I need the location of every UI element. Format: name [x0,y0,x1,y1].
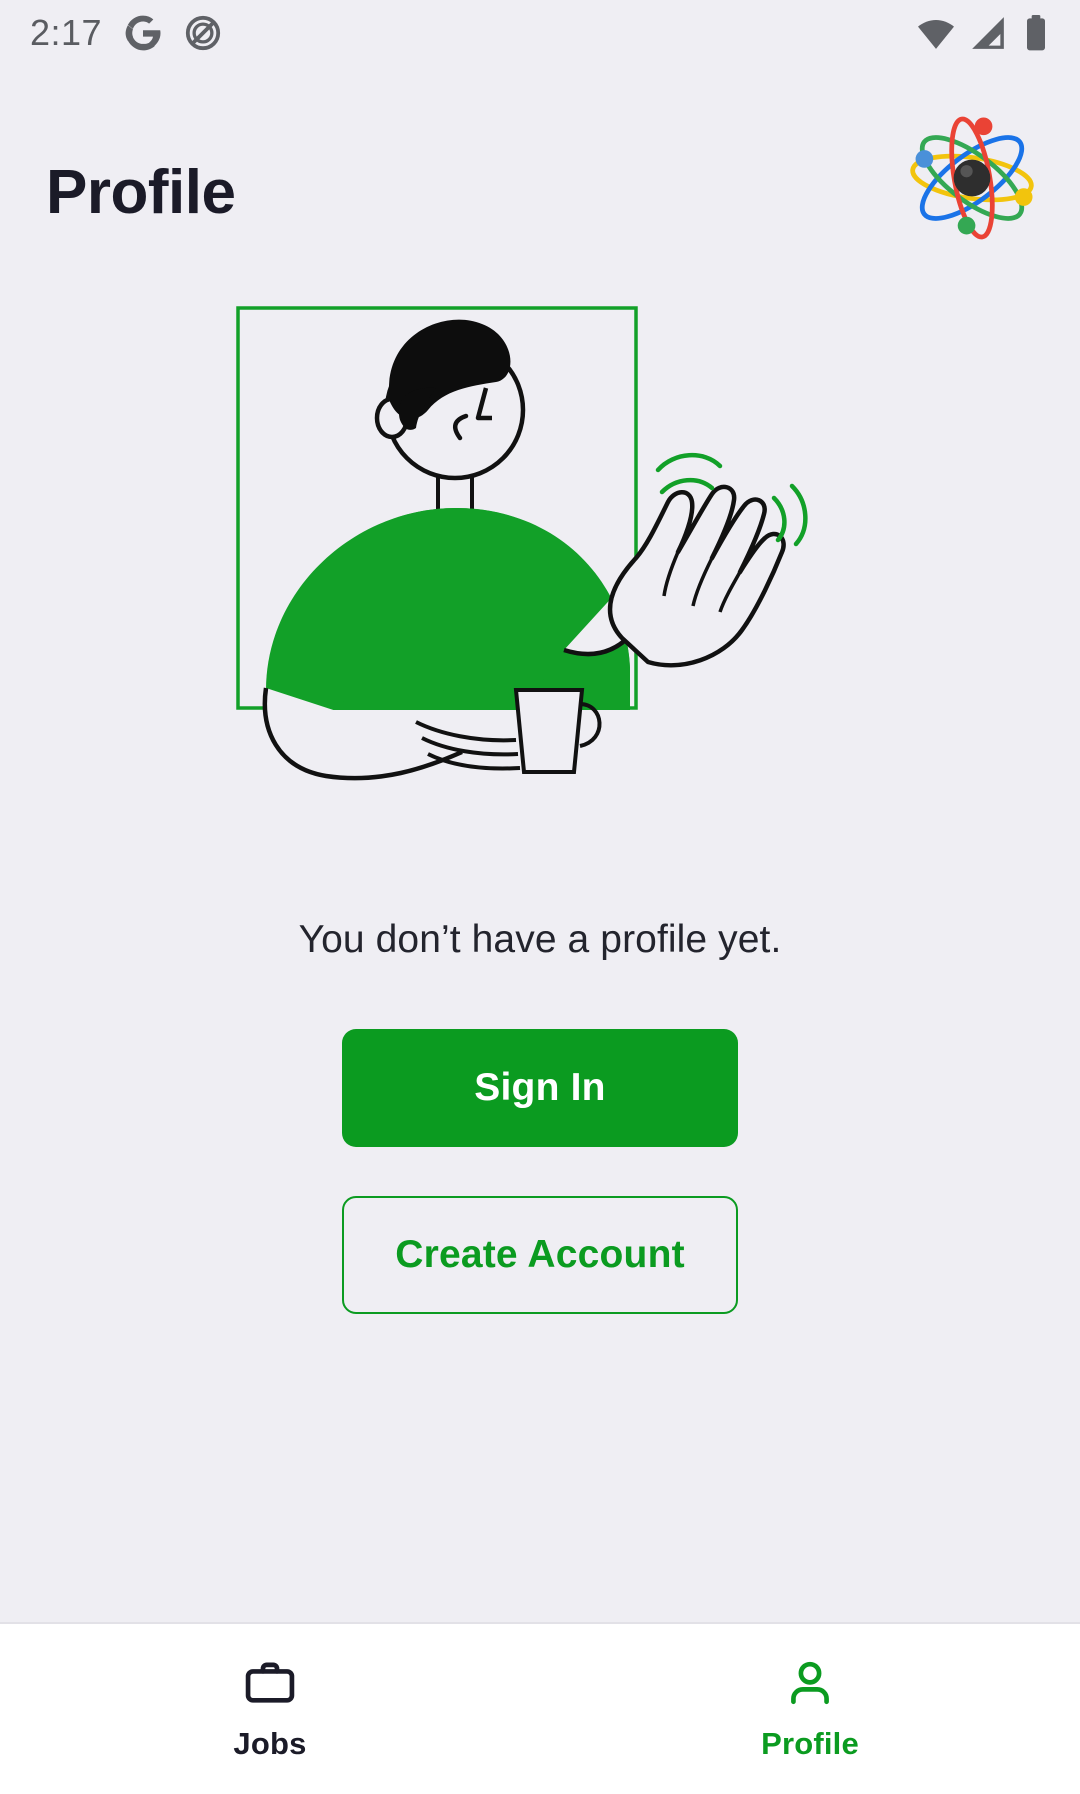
empty-state-message: You don’t have a profile yet. [298,918,782,961]
status-bar-clock: 2:17 [30,12,103,53]
cellular-signal-icon [972,17,1004,49]
signin-button[interactable]: Sign In [342,1029,738,1147]
nav-item-profile-label: Profile [761,1726,859,1761]
nav-item-profile[interactable]: Profile [540,1624,1080,1794]
person-icon [791,1661,829,1705]
nav-item-jobs-label: Jobs [233,1726,307,1761]
atom-logo [910,116,1034,240]
app-screen: 2:17 Profile You don’t have a profile ye… [0,0,1080,1794]
page-title: Profile [46,158,236,227]
briefcase-icon [245,1662,295,1703]
status-bar-left: 2:17 [30,12,222,54]
google-icon [125,15,161,51]
wifi-icon [918,20,954,49]
status-bar-right [916,13,1052,53]
status-bar: 2:17 [0,0,1080,66]
main-content: You don’t have a profile yet. Sign In Cr… [0,246,1080,1622]
page-header: Profile [0,66,1080,246]
do-not-disturb-icon [185,15,221,51]
person-waving-with-mug-illustration [236,306,808,781]
battery-icon [1027,15,1045,51]
bottom-navigation-bar: Jobs Profile [0,1622,1080,1794]
nav-item-jobs[interactable]: Jobs [0,1624,540,1794]
create-account-button[interactable]: Create Account [342,1196,738,1314]
